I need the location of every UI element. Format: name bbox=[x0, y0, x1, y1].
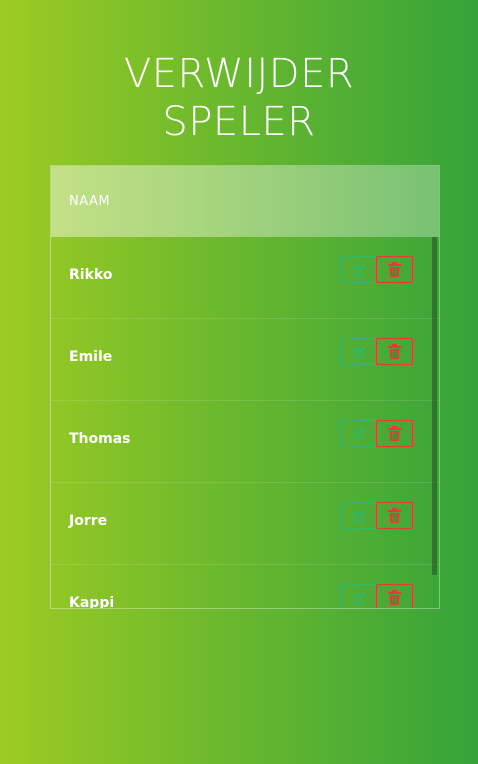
table-row: Rikko bbox=[51, 237, 439, 319]
page-title-line1: VERWIJDER bbox=[123, 51, 355, 97]
page-title-line2: SPELER bbox=[162, 99, 316, 145]
table-row: Emile bbox=[51, 319, 439, 401]
edit-button[interactable] bbox=[340, 502, 377, 529]
trash-icon bbox=[388, 262, 401, 277]
list-scrollbar[interactable] bbox=[432, 237, 437, 575]
delete-button[interactable] bbox=[376, 502, 413, 529]
column-header-naam: NAAM bbox=[69, 194, 111, 209]
edit-button[interactable] bbox=[340, 338, 377, 365]
table-header: NAAM bbox=[51, 166, 439, 237]
player-name: Thomas bbox=[69, 431, 131, 447]
edit-icon bbox=[352, 427, 365, 440]
table-row: Thomas bbox=[51, 401, 439, 483]
edit-icon bbox=[352, 591, 365, 604]
player-name: Jorre bbox=[69, 513, 108, 529]
delete-button[interactable] bbox=[376, 256, 413, 283]
trash-icon bbox=[388, 344, 401, 359]
edit-icon bbox=[352, 345, 365, 358]
trash-icon bbox=[388, 508, 401, 523]
edit-button[interactable] bbox=[340, 584, 377, 608]
trash-icon bbox=[388, 590, 401, 605]
delete-button[interactable] bbox=[376, 338, 413, 365]
player-table: NAAM Rikko Emile Thomas Jorre Kappi bbox=[50, 165, 440, 609]
player-name: Kappi bbox=[69, 595, 115, 609]
player-name: Emile bbox=[69, 349, 113, 365]
table-row: Kappi bbox=[51, 565, 439, 609]
edit-icon bbox=[352, 509, 365, 522]
edit-button[interactable] bbox=[340, 420, 377, 447]
player-list[interactable]: Rikko Emile Thomas Jorre Kappi bbox=[51, 237, 439, 609]
trash-icon bbox=[388, 426, 401, 441]
page-title: VERWIJDER SPELER bbox=[0, 50, 478, 146]
delete-button[interactable] bbox=[376, 584, 413, 608]
edit-icon bbox=[352, 263, 365, 276]
edit-button[interactable] bbox=[340, 256, 377, 283]
player-name: Rikko bbox=[69, 267, 113, 283]
table-row: Jorre bbox=[51, 483, 439, 565]
delete-button[interactable] bbox=[376, 420, 413, 447]
